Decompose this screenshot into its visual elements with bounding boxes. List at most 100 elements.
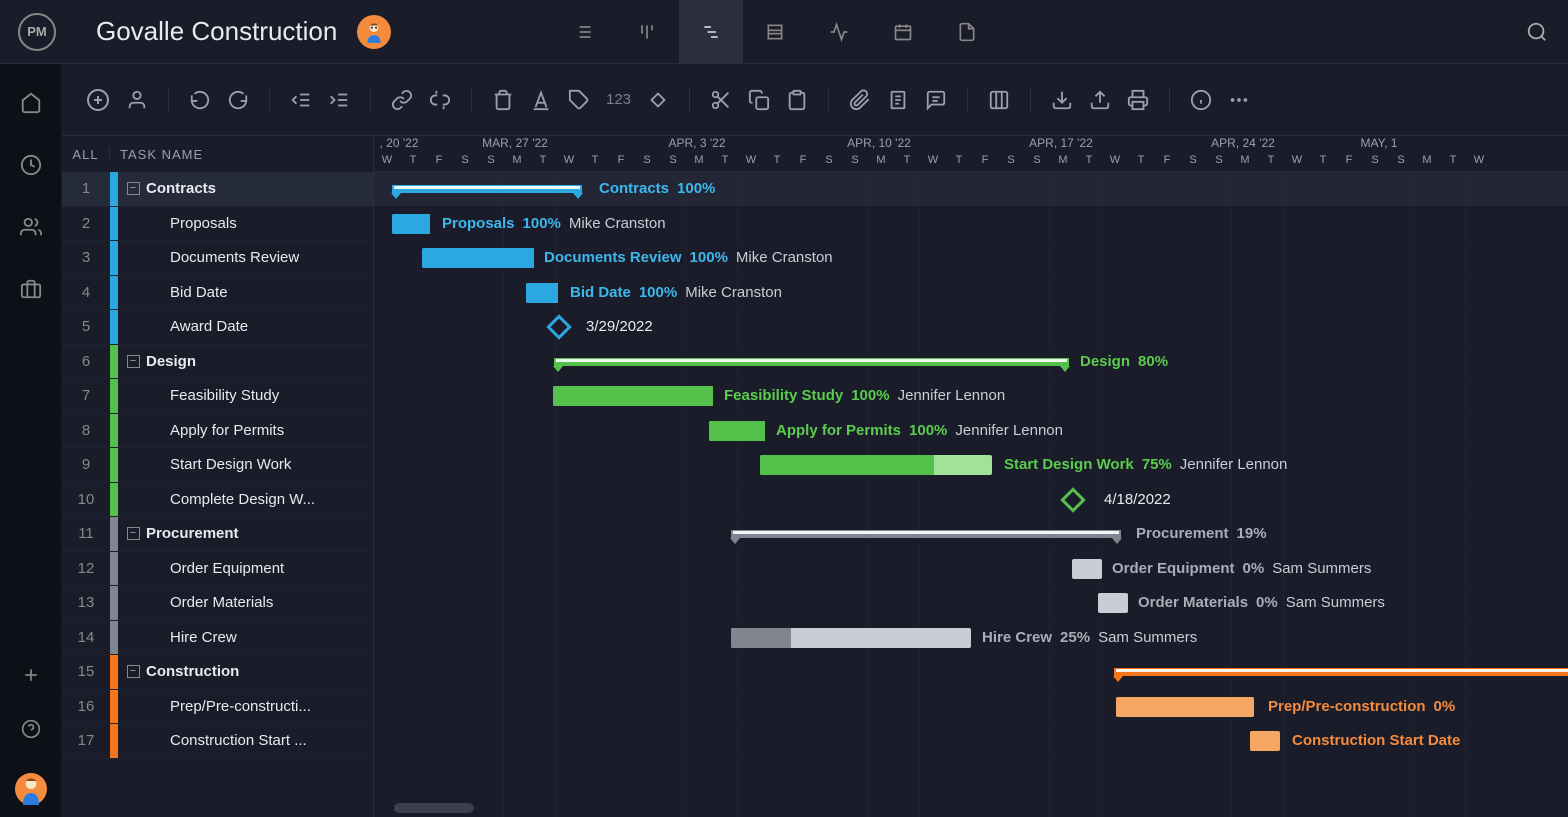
export-icon[interactable] xyxy=(1089,89,1111,111)
paste-icon[interactable] xyxy=(786,89,808,111)
view-board-icon[interactable] xyxy=(615,0,679,64)
print-icon[interactable] xyxy=(1127,89,1149,111)
gantt-row[interactable]: 4/18/2022 xyxy=(374,483,1568,518)
task-bar[interactable] xyxy=(1072,559,1102,579)
import-icon[interactable] xyxy=(1051,89,1073,111)
collapse-icon[interactable]: − xyxy=(124,355,142,368)
gantt-row[interactable]: Proposals 100% Mike Cranston xyxy=(374,207,1568,242)
view-activity-icon[interactable] xyxy=(807,0,871,64)
search-icon[interactable] xyxy=(1518,13,1556,51)
task-row[interactable]: 11 − Procurement xyxy=(62,517,373,552)
info-icon[interactable] xyxy=(1190,89,1212,111)
task-row[interactable]: 13 Order Materials xyxy=(62,586,373,621)
attach-icon[interactable] xyxy=(849,89,871,111)
milestone-icon[interactable] xyxy=(647,89,669,111)
redo-icon[interactable] xyxy=(227,89,249,111)
more-icon[interactable] xyxy=(1228,89,1250,111)
task-row[interactable]: 5 Award Date xyxy=(62,310,373,345)
task-bar[interactable] xyxy=(709,421,765,441)
grid-col-name[interactable]: TASK NAME xyxy=(110,147,373,162)
task-row[interactable]: 15 − Construction xyxy=(62,655,373,690)
task-bar[interactable] xyxy=(1250,731,1280,751)
project-avatar[interactable] xyxy=(357,15,391,49)
gantt-row[interactable]: Prep/Pre-construction 0% xyxy=(374,690,1568,725)
task-row[interactable]: 16 Prep/Pre-constructi... xyxy=(62,690,373,725)
assign-icon[interactable] xyxy=(126,89,148,111)
gantt-chart[interactable]: , 20 '22MAR, 27 '22APR, 3 '22APR, 10 '22… xyxy=(374,136,1568,817)
view-calendar-icon[interactable] xyxy=(871,0,935,64)
collapse-icon[interactable]: − xyxy=(124,527,142,540)
user-avatar[interactable] xyxy=(15,773,47,805)
collapse-icon[interactable]: − xyxy=(124,665,142,678)
collapse-icon[interactable]: − xyxy=(124,182,142,195)
task-bar[interactable] xyxy=(526,283,558,303)
task-bar[interactable] xyxy=(553,386,713,406)
undo-icon[interactable] xyxy=(189,89,211,111)
gantt-scrollbar[interactable] xyxy=(394,803,474,813)
team-icon[interactable] xyxy=(20,216,42,238)
help-icon[interactable] xyxy=(21,719,41,739)
task-row[interactable]: 8 Apply for Permits xyxy=(62,414,373,449)
gantt-row[interactable]: Order Equipment 0% Sam Summers xyxy=(374,552,1568,587)
notes-icon[interactable] xyxy=(887,89,909,111)
gantt-row[interactable]: Apply for Permits 100% Jennifer Lennon xyxy=(374,414,1568,449)
home-icon[interactable] xyxy=(20,92,42,114)
gantt-row[interactable]: 3/29/2022 xyxy=(374,310,1568,345)
task-row[interactable]: 14 Hire Crew xyxy=(62,621,373,656)
view-list-icon[interactable] xyxy=(551,0,615,64)
outdent-icon[interactable] xyxy=(290,89,312,111)
add-task-icon[interactable] xyxy=(86,88,110,112)
comment-icon[interactable] xyxy=(925,89,947,111)
briefcase-icon[interactable] xyxy=(20,278,42,300)
task-row[interactable]: 4 Bid Date xyxy=(62,276,373,311)
summary-bar[interactable] xyxy=(554,358,1069,366)
link-icon[interactable] xyxy=(391,89,413,111)
gantt-row[interactable]: Start Design Work 75% Jennifer Lennon xyxy=(374,448,1568,483)
clock-icon[interactable] xyxy=(20,154,42,176)
delete-icon[interactable] xyxy=(492,89,514,111)
gantt-row[interactable]: Documents Review 100% Mike Cranston xyxy=(374,241,1568,276)
task-bar[interactable] xyxy=(392,214,430,234)
tag-icon[interactable] xyxy=(568,89,590,111)
milestone-marker[interactable] xyxy=(546,314,571,339)
unlink-icon[interactable] xyxy=(429,89,451,111)
task-row[interactable]: 12 Order Equipment xyxy=(62,552,373,587)
task-row[interactable]: 3 Documents Review xyxy=(62,241,373,276)
milestone-marker[interactable] xyxy=(1060,487,1085,512)
gantt-row[interactable]: Order Materials 0% Sam Summers xyxy=(374,586,1568,621)
task-bar[interactable] xyxy=(760,455,992,475)
task-row[interactable]: 10 Complete Design W... xyxy=(62,483,373,518)
cut-icon[interactable] xyxy=(710,89,732,111)
summary-bar[interactable] xyxy=(392,185,582,193)
gantt-row[interactable]: Contracts 100% xyxy=(374,172,1568,207)
task-bar[interactable] xyxy=(731,628,971,648)
gantt-row[interactable]: Procurement 19% xyxy=(374,517,1568,552)
gantt-row[interactable]: Construction Start Date xyxy=(374,724,1568,759)
gantt-row[interactable]: Design 80% xyxy=(374,345,1568,380)
task-row[interactable]: 6 − Design xyxy=(62,345,373,380)
indent-icon[interactable] xyxy=(328,89,350,111)
task-bar[interactable] xyxy=(422,248,534,268)
view-gantt-icon[interactable] xyxy=(679,0,743,64)
task-row[interactable]: 7 Feasibility Study xyxy=(62,379,373,414)
task-row[interactable]: 17 Construction Start ... xyxy=(62,724,373,759)
add-icon[interactable] xyxy=(21,665,41,685)
view-files-icon[interactable] xyxy=(935,0,999,64)
app-logo[interactable]: PM xyxy=(18,13,56,51)
gantt-row[interactable] xyxy=(374,655,1568,690)
summary-bar[interactable] xyxy=(1114,668,1568,676)
task-bar[interactable] xyxy=(1098,593,1128,613)
task-bar[interactable] xyxy=(1116,697,1254,717)
gantt-row[interactable]: Hire Crew 25% Sam Summers xyxy=(374,621,1568,656)
gantt-row[interactable]: Feasibility Study 100% Jennifer Lennon xyxy=(374,379,1568,414)
summary-bar[interactable] xyxy=(731,530,1121,538)
task-row[interactable]: 9 Start Design Work xyxy=(62,448,373,483)
columns-icon[interactable] xyxy=(988,89,1010,111)
task-row[interactable]: 2 Proposals xyxy=(62,207,373,242)
copy-icon[interactable] xyxy=(748,89,770,111)
text-color-icon[interactable] xyxy=(530,89,552,111)
grid-col-all[interactable]: ALL xyxy=(62,147,110,162)
task-row[interactable]: 1 − Contracts xyxy=(62,172,373,207)
view-sheet-icon[interactable] xyxy=(743,0,807,64)
gantt-row[interactable]: Bid Date 100% Mike Cranston xyxy=(374,276,1568,311)
